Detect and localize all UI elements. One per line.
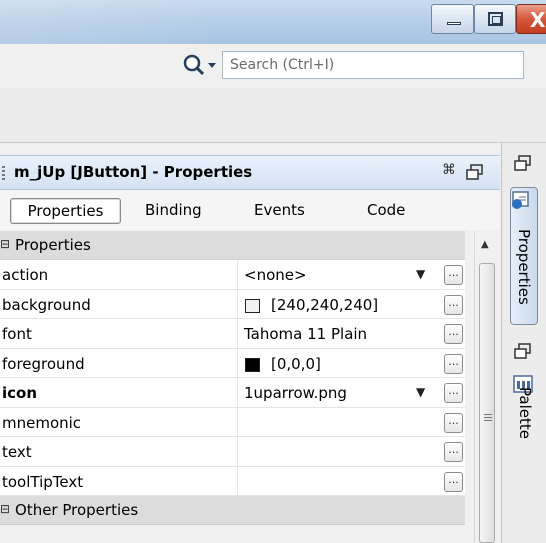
custom-editor-button[interactable]: ... [444,294,463,315]
close-icon: X [530,8,546,32]
properties-icon [512,191,529,209]
collapse-icon[interactable]: ⊟ [0,238,10,250]
property-value-text[interactable] [237,437,438,466]
dropdown-arrow-icon[interactable]: ▼ [416,385,425,399]
scrollbar-thumb[interactable] [479,263,495,543]
properties-window-title: m_jUp [JButton] - Properties [14,163,253,181]
property-row-text[interactable]: text ... [0,437,465,467]
property-sheet-scrollbar[interactable]: ▲ [474,231,500,543]
side-tool-strip: Properties Palette [501,143,546,543]
property-sheet: ⊟ Properties action <none> ▼ ... backgro… [0,231,465,525]
custom-editor-button[interactable]: ... [444,353,463,374]
color-swatch [245,357,260,372]
custom-editor-button[interactable]: ... [444,324,463,344]
restore-icon [488,12,503,26]
tab-code[interactable]: Code [367,198,405,224]
window-group-icon[interactable] [514,155,532,171]
properties-tabs: Properties Binding Events Code [0,190,500,230]
search-bar [0,44,546,88]
property-value-action[interactable]: <none> ▼ [237,260,438,289]
minimize-button[interactable] [431,4,474,34]
minimize-window-icon[interactable]: ⌘ [442,162,456,178]
property-row-foreground[interactable]: foreground [0,0,0] ... [0,348,465,378]
custom-editor-button[interactable]: ... [444,471,463,492]
property-value-mnemonic[interactable] [237,407,438,436]
property-value-background[interactable]: [240,240,240] [237,289,438,318]
custom-editor-button[interactable]: ... [444,442,463,462]
close-button[interactable]: X [516,4,546,34]
property-value-icon[interactable]: 1uparrow.png ▼ [237,378,438,407]
property-row-icon[interactable]: icon 1uparrow.png ▼ ... [0,378,465,408]
tab-properties[interactable]: Properties [10,198,121,224]
property-row-font[interactable]: font Tahoma 11 Plain ... [0,319,465,349]
search-input[interactable] [222,51,524,79]
toolbar-area [0,88,546,143]
window-group-icon[interactable] [514,343,532,359]
property-row-tooltiptext[interactable]: toolTipText ... [0,466,465,496]
float-window-icon[interactable] [466,164,484,180]
custom-editor-button[interactable]: ... [444,383,463,403]
custom-editor-button[interactable]: ... [444,412,463,433]
property-value-font[interactable]: Tahoma 11 Plain [237,319,438,348]
property-row-mnemonic[interactable]: mnemonic ... [0,407,465,437]
custom-editor-button[interactable]: ... [444,265,463,285]
minimize-icon [447,22,461,25]
property-value-foreground[interactable]: [0,0,0] [237,348,438,377]
tab-binding[interactable]: Binding [145,198,202,224]
property-row-action[interactable]: action <none> ▼ ... [0,260,465,290]
tab-events[interactable]: Events [254,198,305,224]
color-swatch [245,298,260,313]
category-properties[interactable]: ⊟ Properties [0,231,465,260]
restore-button[interactable] [474,4,516,34]
scroll-up-arrow-icon[interactable]: ▲ [481,239,489,250]
sidebar-tab-palette[interactable]: Palette [515,387,535,439]
property-row-background[interactable]: background [240,240,240] ... [0,289,465,319]
collapse-icon[interactable]: ⊟ [0,503,10,515]
properties-window-header: m_jUp [JButton] - Properties ⌘ [0,155,500,190]
property-value-tooltiptext[interactable] [237,466,438,495]
window-titlebar: X [0,0,546,44]
dropdown-arrow-icon[interactable]: ▼ [416,267,425,281]
drag-grip-icon[interactable] [2,166,5,180]
category-other-properties[interactable]: ⊟ Other Properties [0,496,465,525]
search-icon[interactable] [182,53,220,77]
